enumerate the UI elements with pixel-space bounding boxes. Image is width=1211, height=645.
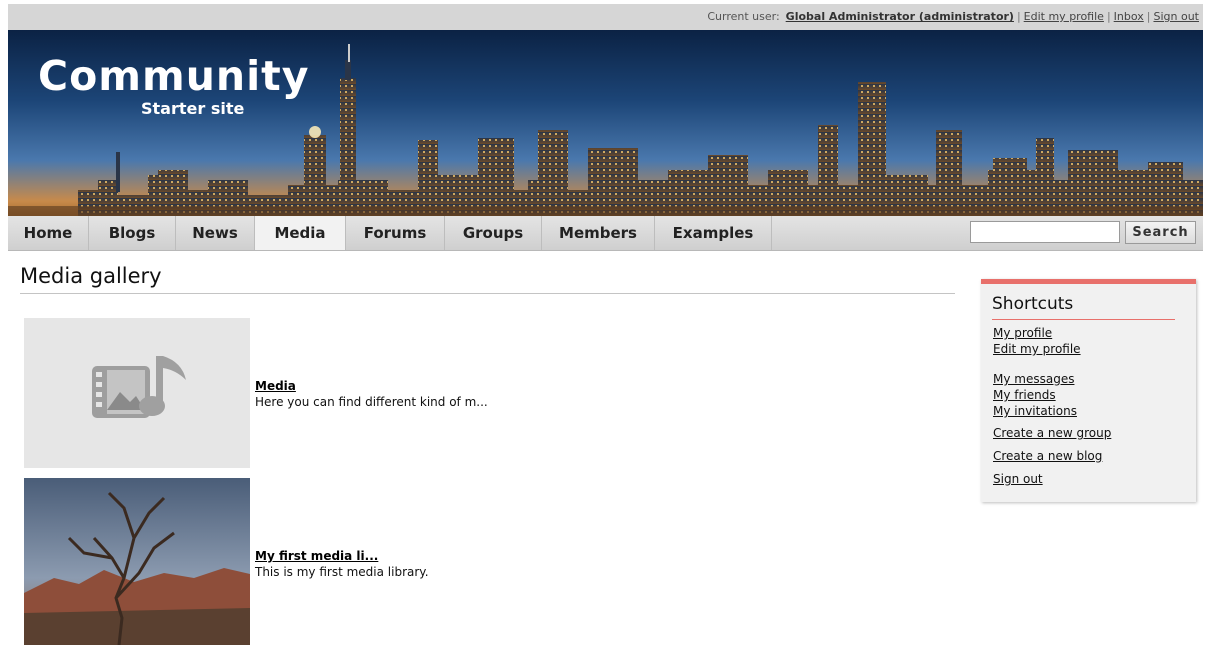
nav-item-home[interactable]: Home xyxy=(8,216,89,250)
edit-profile-link[interactable]: Edit my profile xyxy=(1024,10,1104,23)
nav-item-news[interactable]: News xyxy=(176,216,255,250)
inbox-link[interactable]: Inbox xyxy=(1114,10,1144,23)
shortcuts-panel: Shortcuts My profile Edit my profile My … xyxy=(981,279,1196,502)
shortcuts-title: Shortcuts xyxy=(992,294,1074,314)
page-title: Media gallery xyxy=(20,264,162,288)
nav-item-groups[interactable]: Groups xyxy=(445,216,542,250)
current-user-link[interactable]: Global Administrator (administrator) xyxy=(786,10,1014,23)
nav-item-blogs[interactable]: Blogs xyxy=(89,216,176,250)
tree-photo xyxy=(24,478,250,645)
shortcut-my-invitations[interactable]: My invitations xyxy=(993,404,1077,418)
shortcut-my-messages[interactable]: My messages xyxy=(993,372,1074,386)
media-item-description: This is my first media library. xyxy=(255,565,429,579)
media-item-title[interactable]: My first media li... xyxy=(255,549,378,563)
search-button[interactable]: Search xyxy=(1125,221,1196,244)
current-user-label: Current user: xyxy=(707,10,780,23)
media-library-thumbnail[interactable] xyxy=(24,318,250,468)
nav-item-examples[interactable]: Examples xyxy=(655,216,772,250)
media-library-icon xyxy=(92,356,186,418)
top-user-bar: Current user: Global Administrator (admin… xyxy=(8,4,1203,30)
media-item-description: Here you can find different kind of m... xyxy=(255,395,488,409)
shortcut-create-group[interactable]: Create a new group xyxy=(993,426,1111,440)
sign-out-link[interactable]: Sign out xyxy=(1153,10,1199,23)
user-info: Current user: Global Administrator (admin… xyxy=(707,10,1199,23)
shortcut-create-blog[interactable]: Create a new blog xyxy=(993,449,1102,463)
shortcut-sign-out[interactable]: Sign out xyxy=(993,472,1043,486)
shortcut-my-profile[interactable]: My profile xyxy=(993,326,1052,340)
title-divider xyxy=(20,293,955,294)
main-navigation: Home Blogs News Media Forums Groups Memb… xyxy=(8,216,1203,251)
header-banner: Community Starter site xyxy=(8,30,1203,216)
search-input[interactable] xyxy=(970,221,1120,243)
media-library-thumbnail[interactable] xyxy=(24,478,250,645)
media-item-title[interactable]: Media xyxy=(255,379,296,393)
shortcuts-divider xyxy=(992,319,1175,320)
shortcut-my-friends[interactable]: My friends xyxy=(993,388,1056,402)
site-logo-title[interactable]: Community xyxy=(38,52,309,100)
shortcut-edit-my-profile[interactable]: Edit my profile xyxy=(993,342,1081,356)
nav-item-forums[interactable]: Forums xyxy=(346,216,445,250)
nav-item-media[interactable]: Media xyxy=(255,216,346,250)
site-logo-subtitle: Starter site xyxy=(141,99,245,118)
nav-item-members[interactable]: Members xyxy=(542,216,655,250)
